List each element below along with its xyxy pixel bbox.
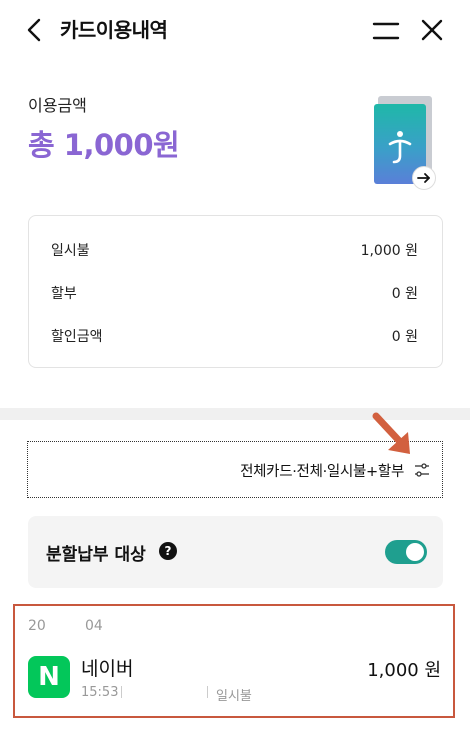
merchant-name[interactable]: 네이버 (81, 654, 133, 681)
separator (207, 686, 208, 698)
menu-icon (372, 22, 400, 40)
card-thumbnail[interactable] (372, 96, 436, 192)
filter-sliders-icon[interactable] (414, 462, 430, 478)
transaction-type: 일시불 (216, 689, 252, 704)
breakdown-label: 할인금액 (51, 329, 103, 345)
amount-total: 총 1,000원 (28, 128, 180, 162)
transaction-date-year: 20 (28, 618, 46, 634)
arrow-right-icon[interactable] (412, 166, 436, 190)
app-header: 카드이용내역 (0, 0, 470, 58)
annotation-arrow-icon (372, 412, 410, 454)
question-icon[interactable]: ? (159, 542, 177, 560)
filter-summary[interactable]: 전체카드·전체·일시불+할부 (240, 460, 404, 481)
breakdown-row: 할부 0 원 (51, 283, 418, 303)
page-title: 카드이용내역 (60, 18, 168, 42)
installment-label: 분할납부 대상 (46, 545, 146, 565)
installment-toggle[interactable] (385, 540, 427, 564)
menu-button[interactable] (372, 18, 400, 44)
close-button[interactable] (418, 16, 446, 44)
amount-breakdown-box: 일시불 1,000 원 할부 0 원 할인금액 0 원 (28, 215, 443, 368)
transaction-date-month: 04 (85, 618, 103, 634)
breakdown-label: 할부 (51, 286, 77, 302)
merchant-logo-letter: N (38, 662, 60, 692)
amount-label: 이용금액 (28, 96, 87, 115)
breakdown-row: 할인금액 0 원 (51, 326, 418, 346)
breakdown-value: 1,000 원 (360, 243, 418, 259)
separator (121, 686, 122, 698)
transaction-amount: 1,000 원 (367, 660, 441, 681)
transaction-time: 15:53 (81, 685, 119, 700)
breakdown-row: 일시불 1,000 원 (51, 240, 418, 260)
breakdown-value: 0 원 (391, 286, 418, 302)
close-icon (421, 19, 443, 41)
installment-panel: 분할납부 대상 ? (28, 516, 443, 588)
back-button[interactable] (22, 16, 46, 44)
breakdown-label: 일시불 (51, 243, 90, 259)
toggle-knob (406, 543, 424, 561)
breakdown-value: 0 원 (391, 329, 418, 345)
chevron-left-icon (27, 18, 41, 42)
merchant-logo-icon[interactable]: N (28, 656, 70, 698)
